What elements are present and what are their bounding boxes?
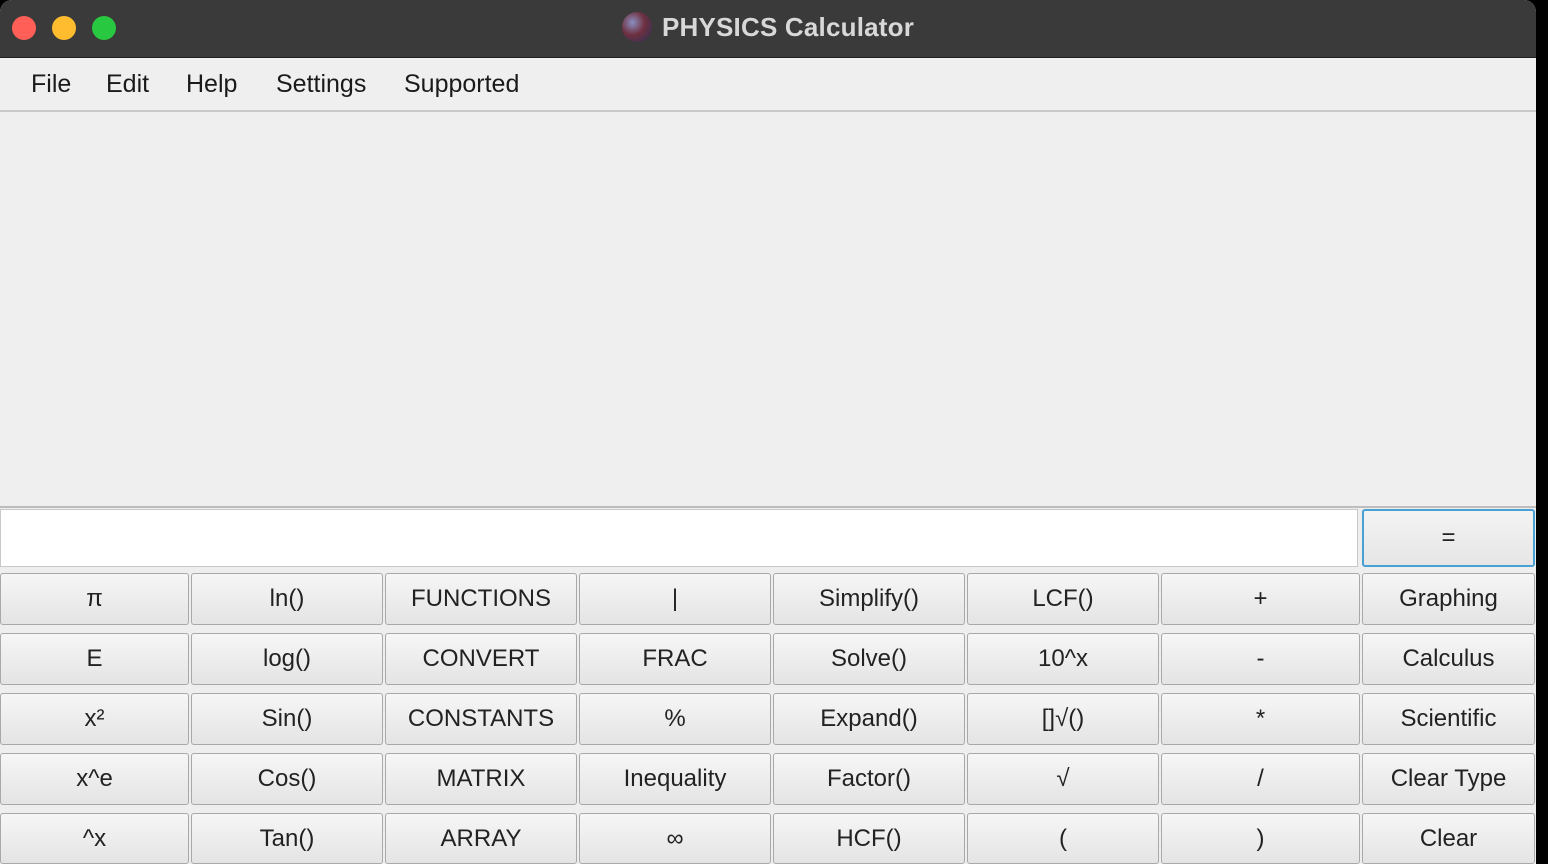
title-bar[interactable]: PHYSICS Calculator bbox=[0, 0, 1536, 58]
convert-button[interactable]: CONVERT bbox=[385, 633, 577, 685]
menu-supported[interactable]: Supported bbox=[404, 70, 519, 99]
pi-button[interactable]: π bbox=[0, 573, 189, 625]
clear-type-button[interactable]: Clear Type bbox=[1362, 753, 1535, 805]
app-logo-icon bbox=[621, 12, 652, 42]
window-title: PHYSICS Calculator bbox=[661, 11, 915, 42]
square-button[interactable]: x² bbox=[0, 693, 189, 745]
functions-button[interactable]: FUNCTIONS bbox=[385, 573, 577, 625]
percent-button[interactable]: % bbox=[579, 693, 771, 745]
inequality-button[interactable]: Inequality bbox=[579, 753, 771, 805]
menu-file[interactable]: File bbox=[31, 70, 71, 99]
tan-button[interactable]: Tan() bbox=[191, 813, 383, 864]
expand-button[interactable]: Expand() bbox=[773, 693, 965, 745]
plus-button[interactable]: + bbox=[1161, 573, 1360, 625]
power-x-button[interactable]: ^x bbox=[0, 813, 189, 864]
frac-button[interactable]: FRAC bbox=[579, 633, 771, 685]
menu-help[interactable]: Help bbox=[186, 70, 237, 99]
array-button[interactable]: ARRAY bbox=[385, 813, 577, 864]
log-button[interactable]: log() bbox=[191, 633, 383, 685]
multiply-button[interactable]: * bbox=[1161, 693, 1360, 745]
factor-button[interactable]: Factor() bbox=[773, 753, 965, 805]
solve-button[interactable]: Solve() bbox=[773, 633, 965, 685]
x-power-e-button[interactable]: x^e bbox=[0, 753, 189, 805]
scientific-button[interactable]: Scientific bbox=[1362, 693, 1535, 745]
lcf-button[interactable]: LCF() bbox=[967, 573, 1159, 625]
ln-button[interactable]: ln() bbox=[191, 573, 383, 625]
menu-edit[interactable]: Edit bbox=[106, 70, 149, 99]
ten-power-button[interactable]: 10^x bbox=[967, 633, 1159, 685]
sin-button[interactable]: Sin() bbox=[191, 693, 383, 745]
open-paren-button[interactable]: ( bbox=[967, 813, 1159, 864]
constants-button[interactable]: CONSTANTS bbox=[385, 693, 577, 745]
expression-input[interactable] bbox=[0, 509, 1358, 567]
close-paren-button[interactable]: ) bbox=[1161, 813, 1360, 864]
infinity-button[interactable]: ∞ bbox=[579, 813, 771, 864]
nth-root-button[interactable]: []√() bbox=[967, 693, 1159, 745]
sqrt-button[interactable]: √ bbox=[967, 753, 1159, 805]
menu-settings[interactable]: Settings bbox=[276, 70, 366, 99]
hcf-button[interactable]: HCF() bbox=[773, 813, 965, 864]
cos-button[interactable]: Cos() bbox=[191, 753, 383, 805]
menu-bar: File Edit Help Settings Supported bbox=[0, 58, 1536, 112]
output-display bbox=[0, 112, 1536, 508]
calculus-button[interactable]: Calculus bbox=[1362, 633, 1535, 685]
abs-bar-button[interactable]: | bbox=[579, 573, 771, 625]
equals-button[interactable]: = bbox=[1362, 509, 1535, 567]
matrix-button[interactable]: MATRIX bbox=[385, 753, 577, 805]
simplify-button[interactable]: Simplify() bbox=[773, 573, 965, 625]
e-button[interactable]: E bbox=[0, 633, 189, 685]
clear-button[interactable]: Clear bbox=[1362, 813, 1535, 864]
graphing-button[interactable]: Graphing bbox=[1362, 573, 1535, 625]
calculator-window: PHYSICS Calculator File Edit Help Settin… bbox=[0, 0, 1536, 864]
divide-button[interactable]: / bbox=[1161, 753, 1360, 805]
minus-button[interactable]: - bbox=[1161, 633, 1360, 685]
